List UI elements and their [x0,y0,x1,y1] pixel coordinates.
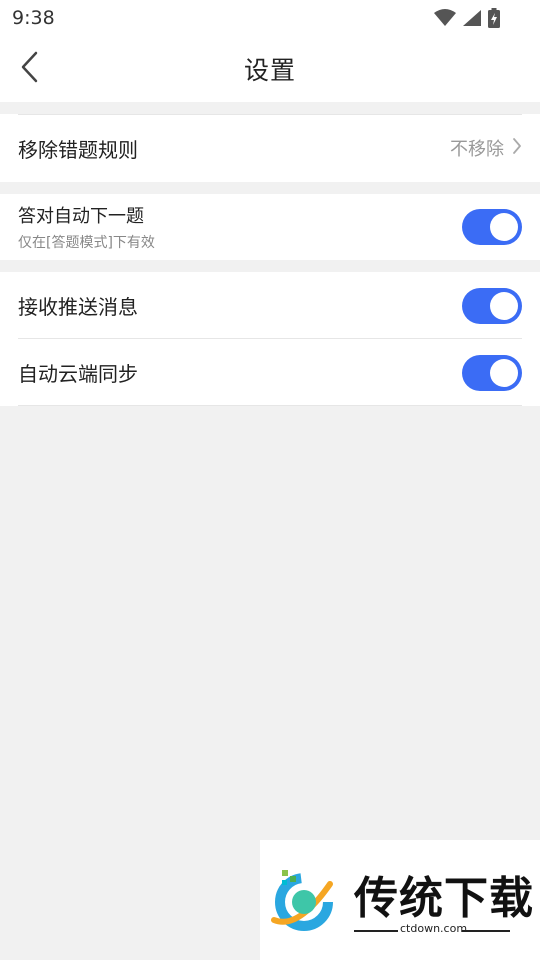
auto-next-label: 答对自动下一题 [18,206,144,227]
status-icons [434,8,528,28]
section-remove-rule: 移除错题规则 不移除 [0,114,540,182]
watermark-line-left [354,930,398,932]
toggle-knob [490,213,518,241]
chevron-right-icon [512,137,522,159]
remove-rule-value: 不移除 [450,139,504,160]
section-sync: 接收推送消息 自动云端同步 [0,272,540,406]
header: 设置 [0,36,540,102]
cloud-sync-toggle[interactable] [462,354,522,391]
page-title: 设置 [243,56,296,85]
watermark-site: ctdown.com [400,922,468,935]
remove-rule-label: 移除错题规则 [18,137,138,162]
auto-next-sub: 仅在[答题模式]下有效 [18,235,155,251]
chevron-left-icon [20,51,40,87]
push-row: 接收推送消息 [0,272,540,339]
divider [18,405,522,406]
wifi-icon [434,9,456,27]
watermark-line-right [462,930,510,932]
toggle-knob [490,291,518,320]
toggle-knob [490,358,518,387]
push-label: 接收推送消息 [18,295,138,319]
auto-next-text: 答对自动下一题 仅在[答题模式]下有效 [18,202,155,252]
remove-rule-right: 不移除 [450,135,522,161]
watermark: 传统下载 ctdown.com [260,840,540,960]
watermark-brand: 传统下载 [354,873,534,924]
auto-next-row: 答对自动下一题 仅在[答题模式]下有效 [0,194,540,260]
section-auto-next: 答对自动下一题 仅在[答题模式]下有效 [0,194,540,260]
cloud-sync-row: 自动云端同步 [0,339,540,406]
ctdown-logo-icon [268,864,340,940]
remove-rule-row[interactable]: 移除错题规则 不移除 [0,114,540,182]
battery-icon [488,8,500,28]
back-button[interactable] [10,49,50,89]
divider [18,114,522,115]
push-toggle[interactable] [462,287,522,324]
status-time: 9:38 [12,7,55,29]
status-bar: 9:38 [0,0,540,36]
signal-icon [462,9,482,27]
auto-next-toggle[interactable] [462,209,522,245]
cloud-sync-label: 自动云端同步 [18,362,138,386]
